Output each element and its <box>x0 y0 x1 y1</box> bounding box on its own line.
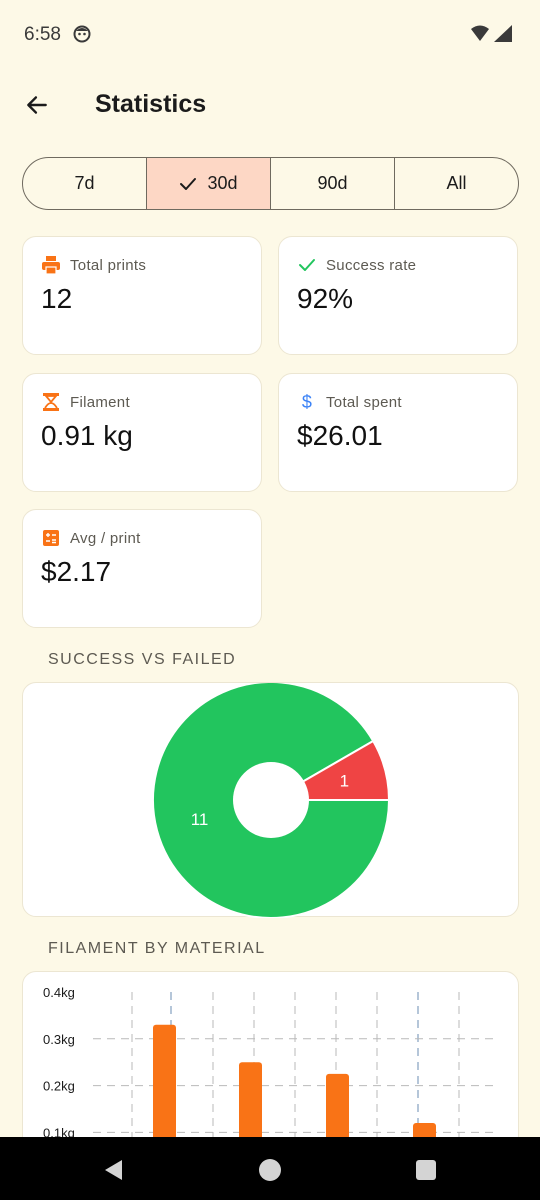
range-tab-label: 7d <box>74 173 95 193</box>
stat-value: 92% <box>297 283 354 314</box>
printer-icon <box>41 255 61 275</box>
stat-label: Success rate <box>326 256 417 274</box>
stat-value: $26.01 <box>297 420 383 451</box>
calculator-icon <box>41 528 61 548</box>
nav-back-icon[interactable] <box>101 1157 127 1183</box>
section-heading-filament-by-material: FILAMENT BY MATERIAL <box>48 940 266 957</box>
nav-recents-icon[interactable] <box>413 1157 439 1183</box>
check-icon <box>180 177 197 190</box>
arrow-left-icon <box>27 96 47 114</box>
stat-card-filament: Filament 0.91 kg <box>22 373 262 492</box>
stat-value: 12 <box>41 283 73 314</box>
stat-card-total-prints: Total prints 12 <box>22 236 262 355</box>
stat-card-total-spent: $ Total spent $26.01 <box>278 373 518 492</box>
notification-face-icon <box>73 25 91 43</box>
wifi-signal-icon <box>471 25 512 42</box>
nav-home-icon[interactable] <box>257 1157 283 1183</box>
donut-hole <box>233 762 309 838</box>
stat-label: Filament <box>70 393 130 411</box>
dollar-icon: $ <box>297 392 317 412</box>
stat-label: Avg / print <box>70 529 141 547</box>
system-navigation-bar <box>0 1137 540 1200</box>
stat-label: Total prints <box>70 256 147 274</box>
pie-slice-label: 11 <box>191 810 209 829</box>
status-bar: 6:58 <box>0 0 540 70</box>
range-tab-label: 90d <box>317 173 348 193</box>
y-tick-label: 0.4kg <box>43 985 75 1000</box>
y-tick-label: 0.3kg <box>43 1032 75 1047</box>
stat-value: $2.17 <box>41 556 112 587</box>
range-tab-label: 30d <box>207 173 238 193</box>
stat-card-avg-per-print: Avg / print $2.17 <box>22 509 262 628</box>
range-tab-7d[interactable]: 7d <box>23 158 147 209</box>
app-bar: Statistics <box>0 70 540 140</box>
pie-slice-label: 1 <box>340 771 349 790</box>
y-tick-label: 0.2kg <box>43 1079 75 1094</box>
range-tab-all[interactable]: All <box>395 158 518 209</box>
success-failed-donut-chart: 111 <box>152 681 391 919</box>
range-tab-label: All <box>446 173 467 193</box>
range-tab-90d[interactable]: 90d <box>271 158 395 209</box>
stat-label: Total spent <box>326 393 402 411</box>
section-heading-success-vs-failed: SUCCESS VS FAILED <box>48 651 237 668</box>
range-tab-30d[interactable]: 30d <box>147 158 271 209</box>
time-range-selector: 7d 30d 90d All <box>22 157 519 210</box>
stat-value: 0.91 kg <box>41 420 133 451</box>
filament-icon <box>41 392 61 412</box>
back-button[interactable] <box>16 84 58 126</box>
stat-card-success-rate: Success rate 92% <box>278 236 518 355</box>
svg-text:$: $ <box>302 392 312 412</box>
status-time: 6:58 <box>24 24 61 45</box>
page-title: Statistics <box>95 90 207 118</box>
success-failed-chart-card: 11 1 <box>22 681 519 919</box>
check-icon <box>297 255 317 275</box>
